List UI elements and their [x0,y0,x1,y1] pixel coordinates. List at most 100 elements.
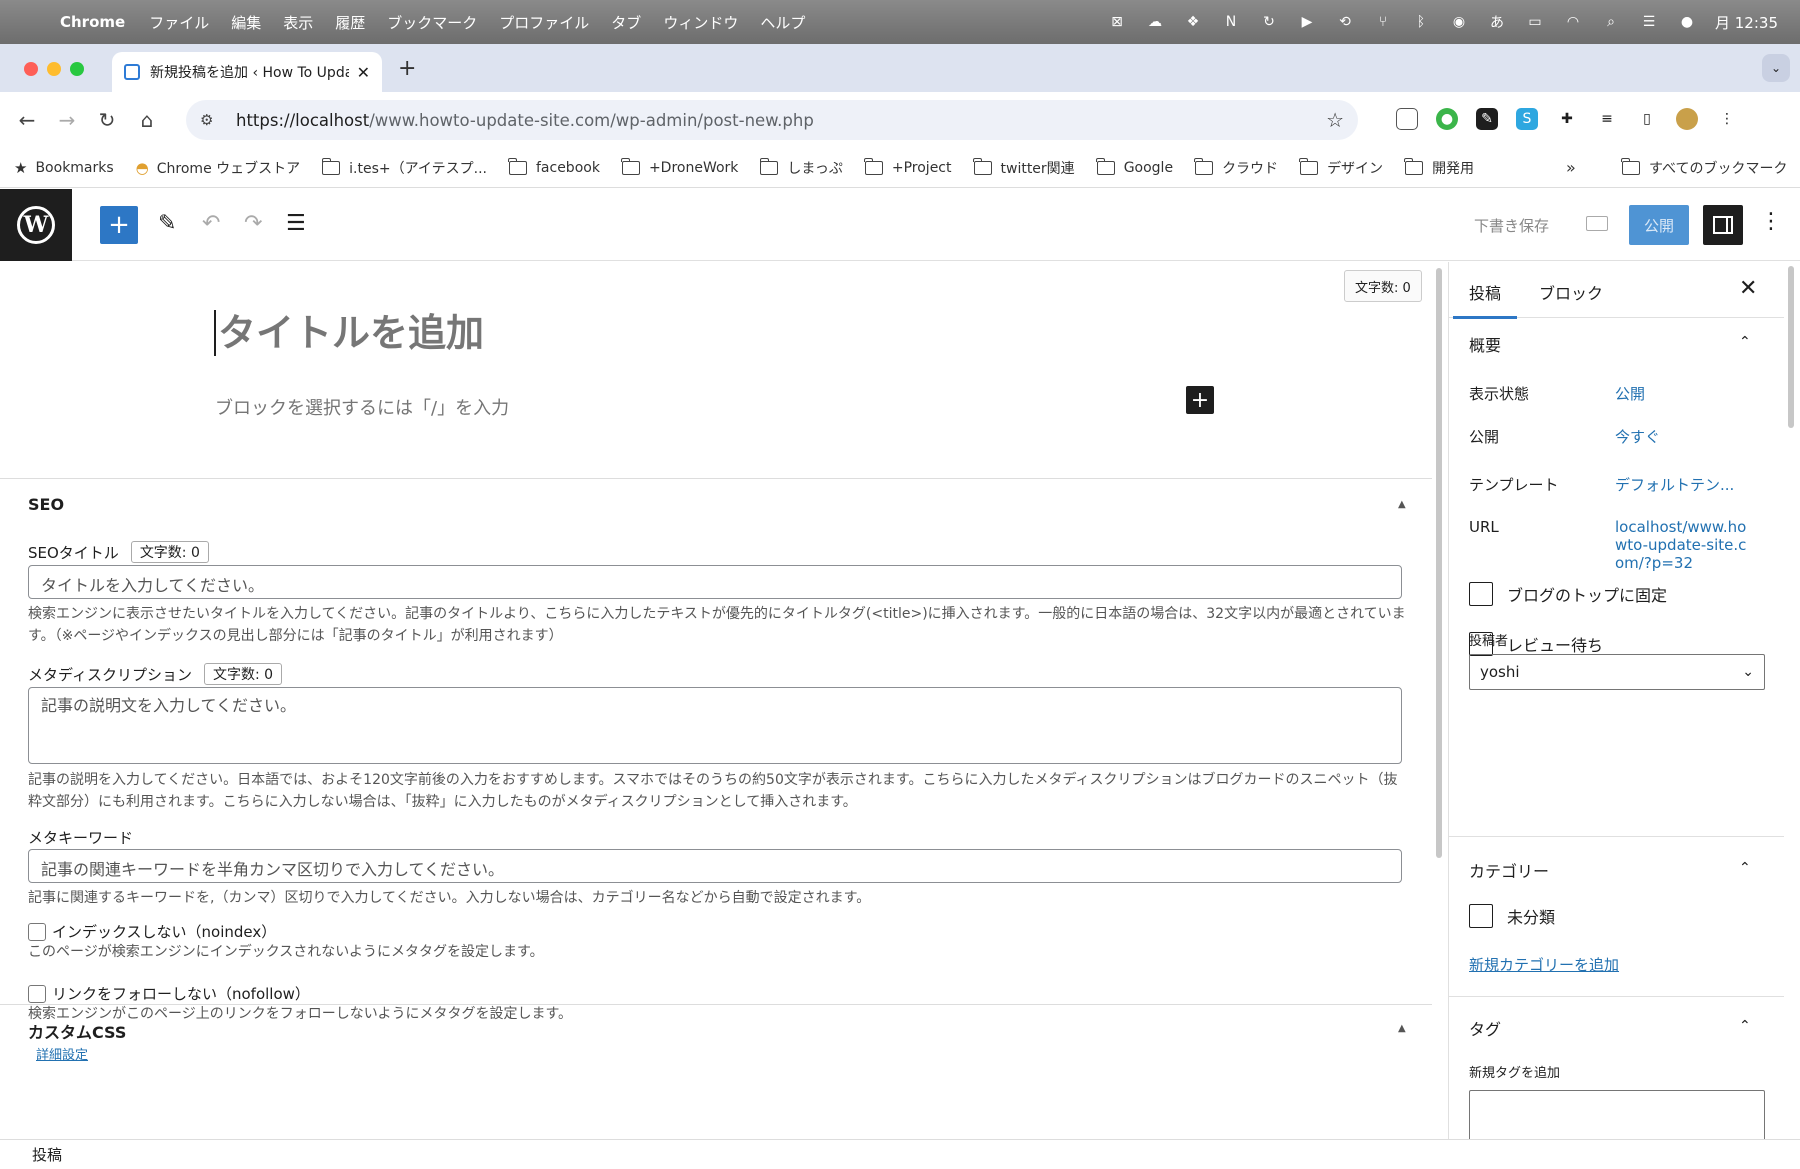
save-draft-button[interactable]: 下書き保存 [1474,215,1549,236]
custom-css-heading[interactable]: カスタムCSS [28,1019,126,1043]
noindex-label[interactable]: インデックスしない（noindex） [52,921,276,942]
bookmark-folder[interactable]: 開発用 [1404,157,1474,178]
author-select[interactable]: yoshi ⌄ [1469,654,1765,690]
siri-icon[interactable]: ● [1677,13,1697,31]
search-icon[interactable]: ⌕ [1601,13,1621,31]
wifi-icon[interactable]: ◠ [1563,13,1583,31]
add-tag-input[interactable] [1469,1090,1765,1139]
back-icon[interactable]: ← [14,108,40,132]
add-category-link[interactable]: 新規カテゴリーを追加 [1469,954,1619,975]
dropbox-icon[interactable]: ❖ [1183,13,1203,31]
tab-search-icon[interactable]: ⌄ [1762,54,1790,82]
reload-icon[interactable]: ↻ [94,108,120,132]
wordpress-logo-button[interactable]: W [0,189,72,261]
forward-icon[interactable]: → [54,108,80,132]
home-icon[interactable]: ⌂ [134,108,160,132]
options-menu-icon[interactable]: ⋮ [1760,209,1782,234]
extensions-puzzle-icon[interactable]: ✚ [1556,108,1578,130]
sticky-label[interactable]: ブログのトップに固定 [1507,582,1667,606]
new-tab-icon[interactable]: + [398,56,416,81]
bookmark-star-icon[interactable]: ☆ [1326,108,1344,132]
pending-review-label[interactable]: レビュー待ち [1507,632,1603,656]
url-text[interactable]: https://localhost/www.howto-update-site.… [236,111,814,130]
all-bookmarks-folder[interactable]: すべてのブックマーク [1621,157,1787,178]
bookmark-folder[interactable]: デザイン [1299,157,1383,178]
menu-window[interactable]: ウィンドウ [663,12,738,33]
post-title-input[interactable]: タイトルを追加 [214,310,484,356]
url-value[interactable]: localhost/www.howto-update-site.com/?p=3… [1615,518,1755,572]
advanced-settings-link[interactable]: 詳細設定 [36,1044,88,1063]
redo-icon[interactable]: ↷ [244,211,262,236]
editor-scrollbar-thumb[interactable] [1436,268,1442,858]
close-sidebar-icon[interactable]: ✕ [1739,276,1757,301]
add-block-button[interactable]: + [1186,386,1214,414]
breadcrumb[interactable]: 投稿 [32,1144,62,1165]
extension-evernote-icon[interactable]: ● [1436,108,1458,130]
browser-tab-active[interactable]: 新規投稿を追加 ‹ How To Update ✕ [112,52,382,92]
close-tab-icon[interactable]: ✕ [357,63,370,82]
bookmark-folder[interactable]: i.tes+（アイテスプ... [321,157,487,178]
zoom-window-button[interactable] [70,62,84,76]
site-info-icon[interactable]: ⚙ [200,111,222,129]
meta-keywords-input[interactable]: 記事の関連キーワードを半角カンマ区切りで入力してください。 [28,849,1402,883]
template-value[interactable]: デフォルトテン... [1615,474,1734,495]
bookmark-item[interactable]: ◓ Chrome ウェブストア [136,158,300,178]
tab-post[interactable]: 投稿 [1452,280,1518,319]
block-inserter-button[interactable]: + [100,206,138,244]
extension-cast-icon[interactable] [1396,108,1418,130]
menu-edit[interactable]: 編集 [231,12,261,33]
battery-icon[interactable]: ▭ [1525,13,1545,31]
category-checkbox[interactable] [1469,904,1493,928]
bookmark-folder[interactable]: twitter関連 [972,157,1075,178]
tab-block[interactable]: ブロック [1539,280,1603,304]
settings-toggle-button[interactable] [1703,205,1743,245]
undo-icon[interactable]: ↶ [202,211,220,236]
chevron-up-icon[interactable]: ⌃ [1739,334,1751,350]
input-method-icon[interactable]: あ [1487,13,1507,31]
creative-cloud-icon[interactable]: ☁ [1145,13,1165,31]
sticky-checkbox[interactable] [1469,582,1493,606]
collapse-seo-icon[interactable]: ▲ [1398,499,1406,510]
seo-title-input[interactable]: タイトルを入力してください。 [28,565,1402,599]
side-panel-icon[interactable]: ▯ [1636,108,1658,130]
collapse-custom-css-icon[interactable]: ▲ [1398,1023,1406,1034]
menu-tab[interactable]: タブ [611,12,641,33]
notion-icon[interactable]: N [1221,13,1241,31]
noindex-checkbox[interactable] [28,922,46,941]
menu-help[interactable]: ヘルプ [760,12,805,33]
preview-icon[interactable] [1586,216,1608,231]
profile-avatar[interactable] [1676,108,1698,130]
user-icon[interactable]: ◉ [1449,13,1469,31]
fork-icon[interactable]: ⑂ [1373,13,1393,31]
tag-panel-heading[interactable]: タグ [1469,1016,1501,1040]
bookmark-folder[interactable]: facebook [508,157,600,176]
block-appender-placeholder[interactable]: ブロックを選択するには「/」を入力 [215,394,509,420]
visibility-value[interactable]: 公開 [1615,383,1645,404]
play-icon[interactable]: ▶ [1297,13,1317,31]
control-center-icon[interactable]: ☰ [1639,13,1659,31]
bookmarks-overflow-icon[interactable]: » [1566,158,1576,177]
menubar-app-name[interactable]: Chrome [60,13,125,31]
minimize-window-button[interactable] [47,62,61,76]
nofollow-checkbox-row[interactable]: リンクをフォローしない（nofollow） [28,983,310,1004]
menubar-clock[interactable]: 月 12:35 [1715,12,1778,33]
nofollow-checkbox[interactable] [28,984,46,1003]
extension-s-icon[interactable]: S [1516,108,1538,130]
nofollow-label[interactable]: リンクをフォローしない（nofollow） [52,983,310,1004]
sticky-checkbox-row[interactable]: ブログのトップに固定 [1469,582,1667,606]
publish-button[interactable]: 公開 [1629,205,1689,245]
document-overview-icon[interactable]: ☰ [286,211,306,236]
time-machine-icon[interactable]: ⟲ [1335,13,1355,31]
chevron-up-icon[interactable]: ⌃ [1739,1018,1751,1034]
bookmark-item[interactable]: ★ Bookmarks [14,159,114,177]
reading-list-icon[interactable]: ≡ [1596,108,1618,130]
summary-panel-heading[interactable]: 概要 [1469,332,1501,356]
status-item-icon[interactable]: ⊠ [1107,13,1127,31]
menu-profiles[interactable]: プロファイル [499,12,589,33]
bookmark-folder[interactable]: Google [1096,157,1173,176]
sidebar-scrollbar-thumb[interactable] [1788,266,1794,428]
bookmark-folder[interactable]: +DroneWork [621,157,738,176]
menu-file[interactable]: ファイル [149,12,209,33]
menu-view[interactable]: 表示 [283,12,313,33]
menu-history[interactable]: 履歴 [335,12,365,33]
